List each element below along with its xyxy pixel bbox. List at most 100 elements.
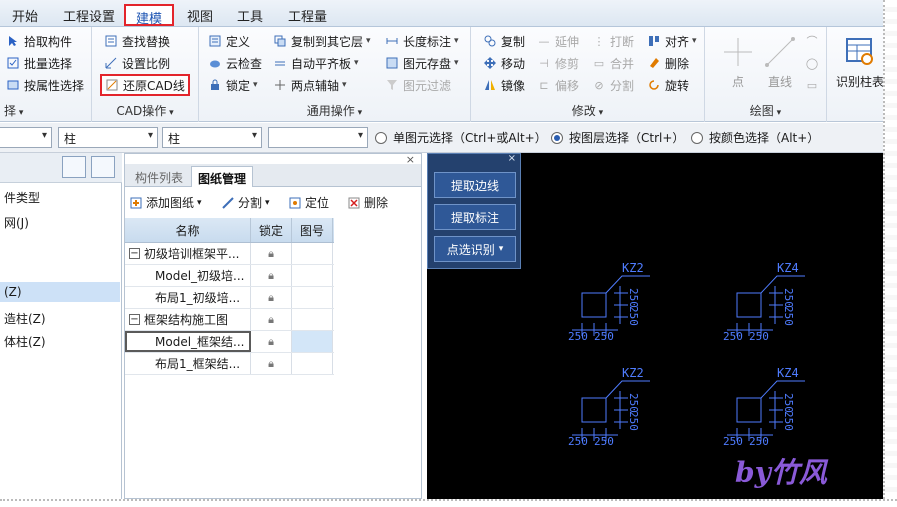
dimension-x2-text: 250	[749, 330, 769, 343]
dimension-y-text: 250	[627, 393, 640, 413]
offset-button[interactable]: ⊏ 偏移	[537, 75, 579, 95]
menu-project-settings[interactable]: 工程设置	[63, 6, 115, 25]
column-header-name[interactable]: 名称	[125, 218, 251, 242]
tree-item-grid[interactable]: 网(J)	[4, 214, 29, 231]
trim-label: 修剪	[555, 56, 580, 71]
delete-label: 删除	[665, 56, 690, 71]
batch-select-button[interactable]: 批量选择	[6, 53, 72, 73]
single-element-radio[interactable]: 单图元选择（Ctrl+或Alt+）	[375, 129, 547, 146]
align-button[interactable]: 对齐	[647, 31, 697, 51]
auto-flush-slab-button[interactable]: 自动平齐板	[273, 53, 359, 73]
rectangle-icon: ▭	[806, 78, 818, 92]
rectangle-button[interactable]: ▭	[805, 75, 823, 95]
filter-icon	[385, 78, 399, 92]
component-combo[interactable]: 柱	[162, 127, 262, 148]
move-button[interactable]: 移动	[483, 53, 525, 73]
row-number[interactable]	[292, 265, 333, 286]
delete-drawing-button[interactable]: 删除	[347, 194, 388, 211]
save-element-button[interactable]: 图元存盘	[385, 53, 459, 73]
lock-icon[interactable]: 🔒︎	[251, 309, 292, 330]
table-row[interactable]: Model_初级培... 🔒︎	[125, 265, 334, 287]
tree-item-column[interactable]: (Z)	[0, 282, 120, 302]
component-name-combo[interactable]	[268, 127, 368, 148]
element-filter-button[interactable]: 图元过滤	[385, 75, 451, 95]
delete-button[interactable]: 删除	[647, 53, 689, 73]
row-name: Model_框架结...	[155, 335, 245, 349]
by-layer-radio[interactable]: 按图层选择（Ctrl+）	[551, 129, 684, 146]
row-number[interactable]	[292, 309, 333, 330]
table-row-selected[interactable]: Model_框架结... 🔒︎	[125, 331, 334, 353]
cad-canvas[interactable]: × 提取边线 提取标注 点选识别 KZ2250250250250KZ425025…	[427, 153, 887, 499]
row-number[interactable]	[292, 353, 333, 374]
torn-edge-bottom	[0, 499, 897, 507]
define-button[interactable]: 定义	[208, 31, 250, 51]
tree-item-component-type[interactable]: 件类型	[4, 189, 40, 206]
copy-button[interactable]: 复制	[483, 31, 525, 51]
split-drawing-label: 分割	[238, 196, 263, 210]
menu-modeling[interactable]: 建模	[124, 4, 175, 27]
lock-button[interactable]: 锁定	[208, 75, 258, 95]
column-header-number[interactable]: 图号	[292, 218, 333, 242]
pick-component-button[interactable]: 拾取构件	[6, 31, 72, 51]
break-button[interactable]: ⋮ 打断	[592, 31, 635, 51]
detail-view-icon[interactable]	[91, 156, 115, 178]
row-number[interactable]	[292, 331, 333, 352]
modify-group: 复制 移动 镜像 — 延伸 ⊣ 修剪 ⊏ 偏移 ⋮ 打断 ▭ 合并 ⊘ 分割 对…	[471, 27, 705, 122]
rotate-button[interactable]: 旋转	[647, 75, 689, 95]
collapse-icon[interactable]: −	[129, 248, 140, 259]
scale-icon	[104, 56, 118, 70]
select-by-property-button[interactable]: 按属性选择	[6, 75, 84, 95]
mirror-button[interactable]: 镜像	[483, 75, 525, 95]
locate-button[interactable]: 定位	[288, 194, 329, 211]
tab-component-list[interactable]: 构件列表	[129, 166, 189, 187]
table-row[interactable]: − 框架结构施工图 🔒︎	[125, 309, 334, 331]
tree-item-masonry-column[interactable]: 体柱(Z)	[4, 333, 46, 350]
menu-quantity[interactable]: 工程量	[288, 6, 327, 25]
table-row[interactable]: 布局1_初级培... 🔒︎	[125, 287, 334, 309]
lock-icon[interactable]: 🔒︎	[251, 243, 292, 264]
arc-button[interactable]: ⌒	[805, 31, 823, 51]
component-type-combo[interactable]: 柱	[58, 127, 158, 148]
set-scale-button[interactable]: 设置比例	[104, 53, 170, 73]
table-row[interactable]: − 初级培训框架平... 🔒︎	[125, 243, 334, 265]
tree-item-constructional-column[interactable]: 造柱(Z)	[4, 310, 46, 327]
two-point-axis-button[interactable]: 两点辅轴	[273, 75, 347, 95]
split-icon: ⊘	[594, 78, 604, 92]
split-drawing-button[interactable]: 分割	[221, 194, 270, 211]
offset-icon: ⊏	[539, 78, 549, 92]
row-number[interactable]	[292, 287, 333, 308]
add-drawing-button[interactable]: 添加图纸	[129, 194, 202, 211]
lock-icon[interactable]: 🔒︎	[251, 331, 292, 352]
by-color-radio[interactable]: 按颜色选择（Alt+）	[691, 129, 819, 146]
menu-tools[interactable]: 工具	[237, 6, 263, 25]
circle-icon: ◯	[805, 56, 819, 70]
drawing-manager-panel: × 构件列表 图纸管理 添加图纸 分割 定位 删除	[124, 153, 422, 499]
circle-button[interactable]: ◯	[805, 53, 823, 73]
cloud-check-button[interactable]: 云检查	[208, 53, 262, 73]
lock-icon[interactable]: 🔒︎	[251, 287, 292, 308]
cad-group-label: CAD操作	[92, 102, 198, 119]
split-button[interactable]: ⊘ 分割	[592, 75, 634, 95]
tab-drawing-management[interactable]: 图纸管理	[191, 166, 254, 187]
find-replace-button[interactable]: 查找替换	[104, 31, 170, 51]
menu-start[interactable]: 开始	[12, 6, 38, 25]
list-view-icon[interactable]	[62, 156, 86, 178]
floor-combo[interactable]	[0, 127, 52, 148]
table-row[interactable]: 布局1_框架结... 🔒︎	[125, 353, 334, 375]
identify-column-table-button[interactable]: 识别柱表	[833, 31, 887, 93]
trim-button[interactable]: ⊣ 修剪	[537, 53, 579, 73]
offset-label: 偏移	[555, 78, 580, 93]
lock-icon[interactable]: 🔒︎	[251, 265, 292, 286]
collapse-icon[interactable]: −	[129, 314, 140, 325]
extend-button[interactable]: — 延伸	[537, 31, 580, 51]
column-header-lock[interactable]: 锁定	[251, 218, 292, 242]
line-button[interactable]: 直线	[753, 31, 807, 93]
copy-to-other-floor-button[interactable]: 复制到其它层	[273, 31, 371, 51]
column-label: KZ4	[777, 366, 799, 380]
menu-view[interactable]: 视图	[187, 6, 213, 25]
restore-cad-lines-button[interactable]: 还原CAD线	[100, 74, 190, 96]
length-dimension-button[interactable]: 长度标注	[385, 31, 459, 51]
lock-icon[interactable]: 🔒︎	[251, 353, 292, 374]
merge-button[interactable]: ▭ 合并	[592, 53, 634, 73]
row-number[interactable]	[292, 243, 333, 264]
